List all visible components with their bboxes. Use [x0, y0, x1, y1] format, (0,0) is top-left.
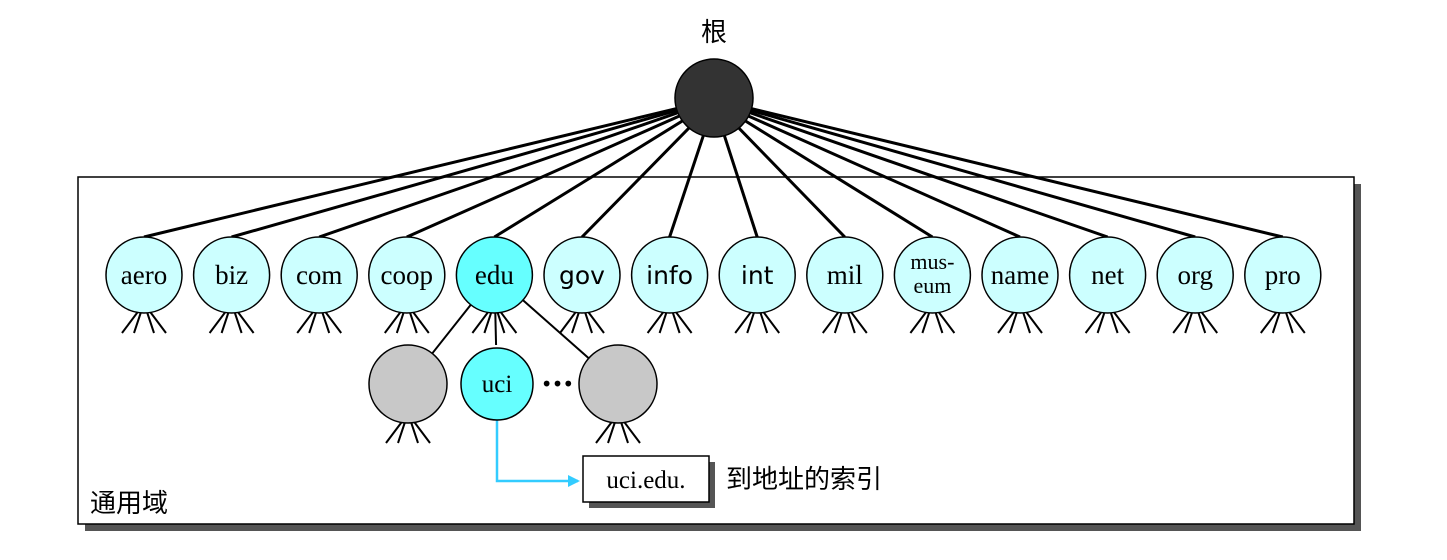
child-label-uci: uci	[482, 371, 513, 398]
child-node-other-right	[578, 344, 658, 424]
tld-label-museum-line2: eum	[913, 273, 951, 298]
tld-label-com: com	[296, 260, 343, 290]
tld-label-org: org	[1177, 260, 1213, 290]
tld-label-aero: aero	[121, 260, 167, 290]
tld-label-pro: pro	[1265, 260, 1301, 290]
child-node-other-left	[368, 344, 448, 424]
tld-label-coop: coop	[381, 260, 433, 290]
ellipsis: •••	[541, 372, 573, 396]
edge-edu-uci	[494, 312, 498, 346]
tld-label-museum-line1: mus-	[910, 249, 954, 274]
index-caption: 到地址的索引	[726, 465, 882, 495]
generic-domain-label: 通用域	[90, 489, 168, 519]
root-node	[674, 58, 754, 138]
dns-tree-diagram: 通用域 根 aero biz com coop edu gov info int mil mus-eu…	[0, 0, 1447, 560]
tld-label-gov: gov	[559, 261, 605, 290]
tld-label-net: net	[1091, 260, 1124, 290]
tld-label-int: int	[741, 261, 774, 290]
root-label: 根	[701, 18, 727, 48]
tld-label-info: info	[646, 261, 693, 290]
tld-label-name: name	[991, 260, 1049, 290]
tld-label-mil: mil	[827, 260, 863, 290]
index-entry-label: uci.edu.	[606, 467, 685, 494]
tld-label-biz: biz	[215, 260, 248, 290]
tld-label-edu: edu	[475, 260, 514, 290]
dns-tree-svg: 通用域 根 aero biz com coop edu gov info int mil mus-eu…	[77, 18, 1361, 531]
